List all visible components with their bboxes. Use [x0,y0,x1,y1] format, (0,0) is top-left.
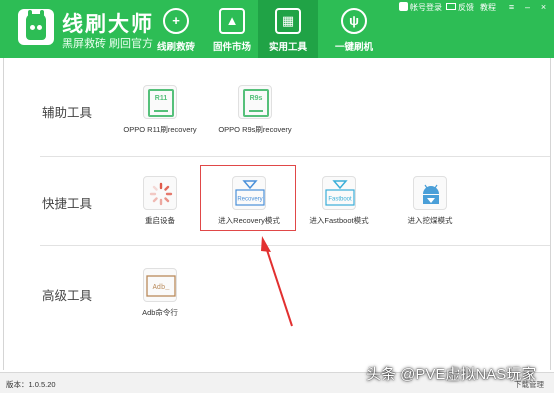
annotation-arrow [261,236,293,327]
watermark: 头条 @PVE虚拟NAS玩家 [366,366,537,383]
version-text: 版本：1.0.5.20 [6,380,56,389]
